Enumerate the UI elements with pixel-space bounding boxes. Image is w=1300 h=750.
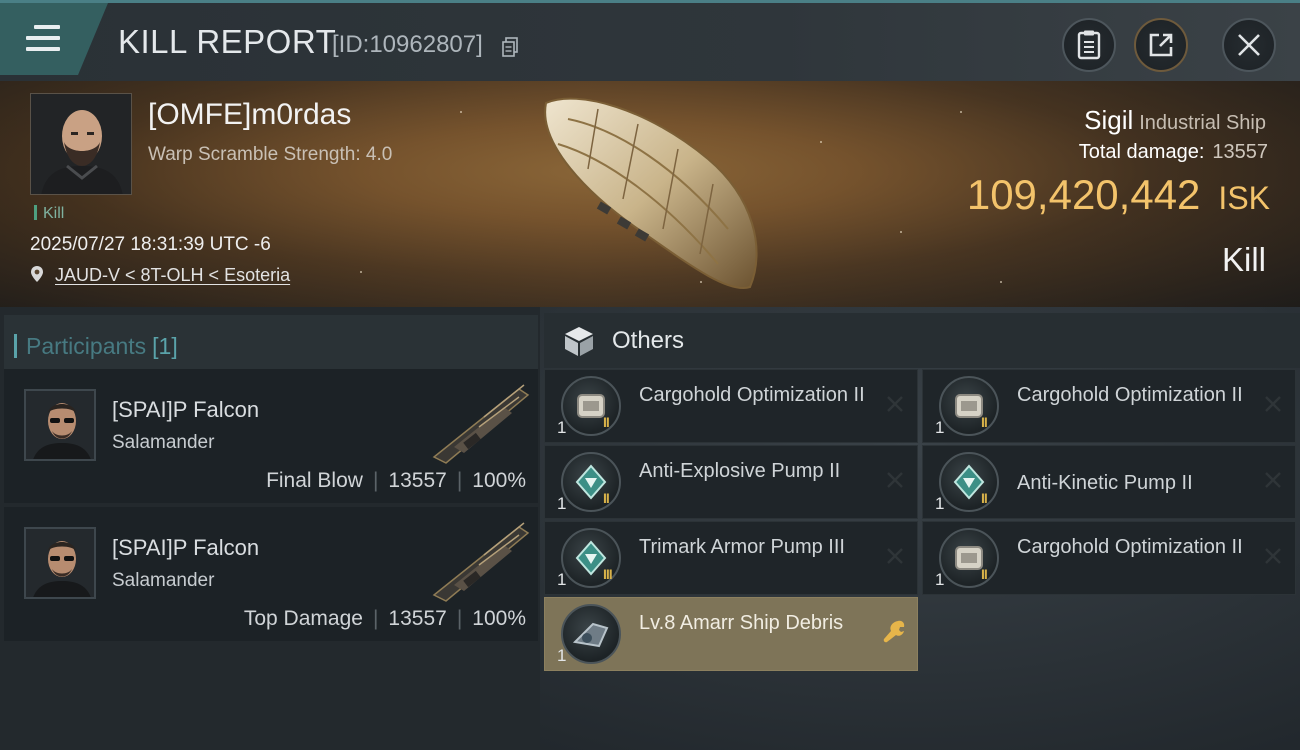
report-id: [ID:10962807] — [332, 31, 483, 58]
weapon-icon — [432, 384, 530, 464]
participants-count: [1] — [152, 333, 178, 359]
item-quantity: 1 — [557, 646, 567, 665]
total-damage: Total damage: 13557 — [1079, 141, 1268, 164]
isk-value: 109,420,442 ISK — [967, 171, 1270, 219]
isk-unit: ISK — [1218, 180, 1270, 216]
item-row[interactable]: 1 II Cargohold Optimization II — [922, 521, 1296, 595]
isk-amount: 109,420,442 — [966, 171, 1201, 218]
item-tier: II — [981, 414, 988, 430]
item-quantity: 1 — [935, 494, 945, 513]
destroyed-x-icon — [1265, 472, 1281, 488]
menu-icon — [26, 25, 60, 51]
destroyed-x-icon — [887, 548, 903, 564]
item-tier: II — [603, 414, 610, 430]
victim-banner: [OMFE]m0rdas Warp Scramble Strength: 4.0… — [0, 81, 1300, 307]
destroyed-x-icon — [1265, 396, 1281, 412]
item-row-dropped[interactable]: 1 Lv.8 Amarr Ship Debris — [544, 597, 918, 671]
wrench-icon — [883, 620, 905, 643]
participant-avatar[interactable] — [24, 389, 96, 461]
item-name: Cargohold Optimization II — [1017, 384, 1243, 406]
cube-icon — [565, 327, 593, 356]
participants-header[interactable]: Participants [1] — [4, 315, 538, 371]
item-quantity: 1 — [557, 418, 567, 437]
kill-datetime: 2025/07/27 18:31:39 UTC -6 — [30, 234, 271, 255]
participants-label: Participants — [26, 333, 147, 359]
participants-title: Participants [1] — [14, 333, 178, 360]
item-tier: III — [603, 566, 613, 582]
page-title: KILL REPORT — [118, 23, 337, 60]
item-row[interactable]: 1 II Cargohold Optimization II — [922, 369, 1296, 443]
item-quantity: 1 — [557, 494, 567, 513]
weapon-icon — [432, 522, 530, 602]
participant-row[interactable]: [SPAI]P Falcon Salamander Final Blow | 135… — [4, 369, 538, 503]
victim-portrait[interactable] — [30, 93, 132, 195]
ship-type: Sigil — [1084, 105, 1134, 135]
item-quantity: 1 — [935, 570, 945, 589]
item-name: Anti-Kinetic Pump II — [1017, 472, 1193, 494]
share-icon — [1149, 33, 1173, 57]
debris-icon — [561, 604, 621, 664]
others-title: Others — [612, 327, 685, 354]
item-name: Lv.8 Amarr Ship Debris — [639, 612, 844, 634]
item-tier: II — [603, 490, 610, 506]
participant-ship: Salamander — [112, 570, 215, 591]
kill-location[interactable]: JAUD-V < 8T-OLH < Esoteria — [30, 265, 290, 286]
close-icon — [1238, 34, 1260, 56]
ship-class: Industrial Ship — [1139, 112, 1266, 134]
participants-panel: Participants [1] [SPAI]P Falcon Salamande… — [0, 307, 540, 750]
total-damage-label: Total damage: — [1078, 141, 1205, 163]
destroyed-x-icon — [1265, 548, 1281, 564]
ship-image[interactable] — [528, 89, 778, 299]
participant-stats: Top Damage | 13557 | 100% — [243, 607, 526, 630]
item-quantity: 1 — [935, 418, 945, 437]
close-button[interactable] — [1222, 18, 1276, 72]
armor-pump-icon — [939, 452, 999, 512]
cargo-module-icon — [939, 376, 999, 436]
clipboard-button[interactable] — [1062, 18, 1116, 72]
total-damage-value: 13557 — [1212, 141, 1268, 163]
armor-pump-icon — [561, 452, 621, 512]
kill-result: Kill — [1221, 241, 1266, 278]
participant-row[interactable]: [SPAI]P Falcon Salamander Top Damage | 135… — [4, 507, 538, 641]
participant-name[interactable]: [SPAI]P Falcon — [112, 397, 259, 423]
cargo-module-icon — [561, 376, 621, 436]
item-row[interactable]: 1 II Anti-Kinetic Pump II — [922, 445, 1296, 519]
participant-percent: 100% — [472, 607, 526, 630]
item-name: Cargohold Optimization II — [1017, 536, 1243, 558]
participant-role: Final Blow — [266, 469, 363, 492]
copy-icon[interactable] — [502, 37, 518, 57]
participant-damage: 13557 — [388, 469, 447, 492]
participant-role: Top Damage — [243, 607, 363, 630]
victim-name[interactable]: [OMFE]m0rdas — [148, 98, 351, 132]
participant-ship: Salamander — [112, 432, 215, 453]
item-row[interactable]: 1 II Cargohold Optimization II — [544, 369, 918, 443]
header-bar: KILL REPORT [ID:10962807] — [0, 3, 1300, 81]
clipboard-icon — [1077, 30, 1101, 60]
item-name: Anti-Explosive Pump II — [639, 460, 841, 482]
location-pin-icon — [31, 266, 43, 282]
menu-button[interactable] — [0, 3, 108, 75]
others-header: Others — [544, 313, 1300, 368]
item-tier: II — [981, 490, 988, 506]
participant-damage: 13557 — [388, 607, 447, 630]
participant-percent: 100% — [472, 469, 526, 492]
participant-name[interactable]: [SPAI]P Falcon — [112, 535, 259, 561]
item-quantity: 1 — [557, 570, 567, 589]
item-row[interactable]: 1 II Anti-Explosive Pump II — [544, 445, 918, 519]
item-name: Trimark Armor Pump III — [639, 536, 845, 558]
item-row[interactable]: 1 III Trimark Armor Pump III — [544, 521, 918, 595]
location-link[interactable]: JAUD-V < 8T-OLH < Esoteria — [55, 265, 290, 285]
kill-tag: Kill — [34, 205, 64, 223]
participant-stats: Final Blow | 13557 | 100% — [266, 469, 526, 492]
ship-name[interactable]: Sigil Industrial Ship — [1084, 105, 1266, 136]
item-tier: II — [981, 566, 988, 582]
item-name: Cargohold Optimization II — [639, 384, 865, 406]
share-button[interactable] — [1134, 18, 1188, 72]
destroyed-x-icon — [887, 472, 903, 488]
participant-avatar[interactable] — [24, 527, 96, 599]
cargo-module-icon — [939, 528, 999, 588]
armor-pump-icon — [561, 528, 621, 588]
warp-scramble-strength: Warp Scramble Strength: 4.0 — [148, 144, 393, 165]
destroyed-x-icon — [887, 396, 903, 412]
